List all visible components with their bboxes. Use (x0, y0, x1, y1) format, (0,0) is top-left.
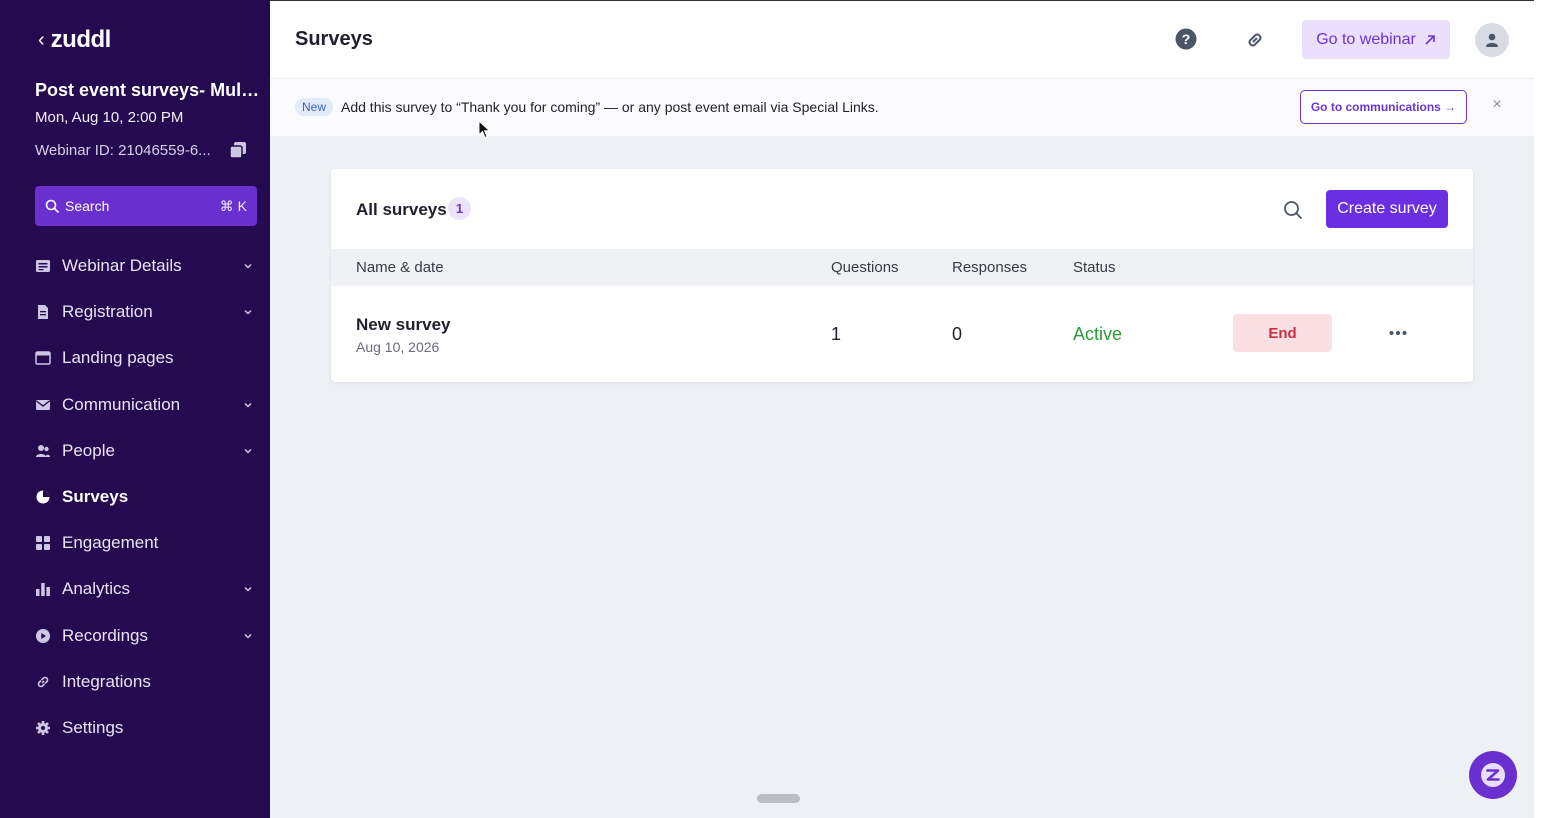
mail-icon (35, 397, 51, 413)
sidebar-item-label: Communication (62, 394, 181, 414)
chevron-down-icon (244, 263, 252, 269)
go-to-webinar-label: Go to webinar (1316, 30, 1416, 48)
top-header: Surveys ? Go to webinar (270, 0, 1534, 78)
close-icon[interactable]: × (1490, 97, 1504, 113)
back-chevron-icon[interactable]: ‹ (38, 30, 45, 50)
chevron-down-icon (244, 587, 252, 592)
surveys-card: All surveys 1 Create survey Name & date … (331, 169, 1473, 382)
banner-text: Add this survey to “Thank you for coming… (341, 99, 879, 115)
mouse-cursor-icon (478, 120, 491, 139)
survey-responses-count: 0 (952, 324, 963, 344)
sidebar-item-engagement[interactable]: Engagement (0, 520, 270, 566)
new-badge: New (295, 98, 334, 116)
surveys-count-badge: 1 (448, 197, 471, 220)
logo-row[interactable]: ‹ zuddl (38, 26, 112, 54)
avatar[interactable] (1475, 23, 1509, 57)
survey-name[interactable]: New survey (356, 315, 451, 335)
search-label: Search (65, 198, 110, 214)
help-icon[interactable]: ? (1175, 28, 1197, 50)
people-icon (35, 443, 51, 459)
sidebar-item-people[interactable]: People (0, 428, 270, 474)
sidebar-item-label: Webinar Details (62, 256, 182, 276)
column-header-name[interactable]: Name & date (356, 259, 444, 276)
chevron-down-icon (244, 402, 252, 408)
sidebar-item-settings[interactable]: Settings (0, 705, 270, 751)
sidebar-item-registration[interactable]: Registration (0, 289, 270, 335)
sidebar-item-label: Recordings (62, 625, 148, 645)
sidebar-item-surveys[interactable]: Surveys (0, 474, 270, 520)
status-badge: Active (1073, 324, 1123, 344)
surveys-title: All surveys (356, 200, 447, 219)
table-header: Name & date Questions Responses Status (331, 249, 1473, 286)
grid-icon (35, 535, 51, 551)
bar-chart-icon (35, 581, 51, 597)
sidebar-item-recordings[interactable]: Recordings (0, 613, 270, 659)
search-button[interactable]: Search ⌘ K (35, 186, 257, 226)
document-list-icon (35, 258, 51, 274)
user-icon (1486, 33, 1498, 47)
column-header-status[interactable]: Status (1073, 259, 1116, 276)
announcement-banner: New Add this survey to “Thank you for co… (270, 78, 1534, 136)
svg-text:?: ? (1182, 31, 1191, 47)
link-icon (35, 674, 51, 690)
sidebar-nav: Webinar Details Registration Landing pag… (0, 243, 270, 751)
create-survey-button[interactable]: Create survey (1326, 190, 1448, 228)
zuddl-logo[interactable]: zuddl (51, 26, 112, 54)
sidebar-item-label: Integrations (62, 671, 151, 691)
external-arrow-icon (1425, 34, 1435, 45)
search-shortcut: ⌘ K (219, 197, 247, 214)
event-date: Mon, Aug 10, 2:00 PM (35, 109, 184, 126)
sidebar-item-label: Registration (62, 302, 153, 322)
column-header-questions[interactable]: Questions (831, 259, 899, 276)
more-options-icon[interactable] (1388, 323, 1408, 343)
table-row[interactable]: New survey Aug 10, 2026 1 0 Active End (331, 286, 1473, 382)
sidebar-item-label: Surveys (62, 487, 129, 507)
chevron-down-icon (244, 633, 252, 639)
copy-icon[interactable] (228, 140, 248, 160)
end-survey-button[interactable]: End (1233, 314, 1332, 352)
chevron-down-icon (244, 448, 252, 454)
sidebar-item-label: Analytics (62, 579, 131, 599)
page-title: Surveys (295, 28, 373, 50)
event-title: Post event surveys- Multi... (35, 80, 260, 100)
sidebar-item-landing-pages[interactable]: Landing pages (0, 335, 270, 381)
sidebar-item-integrations[interactable]: Integrations (0, 659, 270, 705)
sidebar-item-label: Engagement (62, 533, 159, 553)
sidebar: ‹ zuddl Post event surveys- Multi... Mon… (0, 0, 270, 818)
drag-handle[interactable] (757, 794, 800, 803)
go-to-webinar-button[interactable]: Go to webinar (1302, 20, 1450, 59)
main-content: All surveys 1 Create survey Name & date … (270, 136, 1534, 818)
sidebar-item-label: People (62, 440, 115, 460)
search-icon[interactable] (1282, 199, 1304, 221)
browser-window-icon (35, 350, 51, 366)
survey-date: Aug 10, 2026 (356, 339, 440, 355)
sidebar-item-label: Settings (62, 717, 124, 737)
support-chat-button[interactable] (1469, 751, 1517, 799)
gear-icon (35, 720, 51, 736)
pie-chart-icon (35, 489, 51, 505)
sidebar-item-label: Landing pages (62, 348, 174, 368)
zuddl-chat-icon (1481, 763, 1505, 787)
file-text-icon (35, 304, 51, 320)
survey-questions-count: 1 (831, 324, 842, 344)
play-circle-icon (35, 628, 51, 644)
go-to-communications-button[interactable]: Go to communications → (1300, 90, 1467, 124)
chevron-down-icon (244, 310, 252, 315)
right-gutter (1534, 0, 1568, 818)
webinar-id: Webinar ID: 21046559-6... (35, 142, 211, 159)
sidebar-item-communication[interactable]: Communication (0, 382, 270, 428)
copy-link-icon[interactable] (1244, 29, 1266, 51)
sidebar-item-webinar-details[interactable]: Webinar Details (0, 243, 270, 289)
column-header-responses[interactable]: Responses (952, 259, 1027, 276)
sidebar-item-analytics[interactable]: Analytics (0, 566, 270, 612)
search-icon (45, 199, 59, 213)
